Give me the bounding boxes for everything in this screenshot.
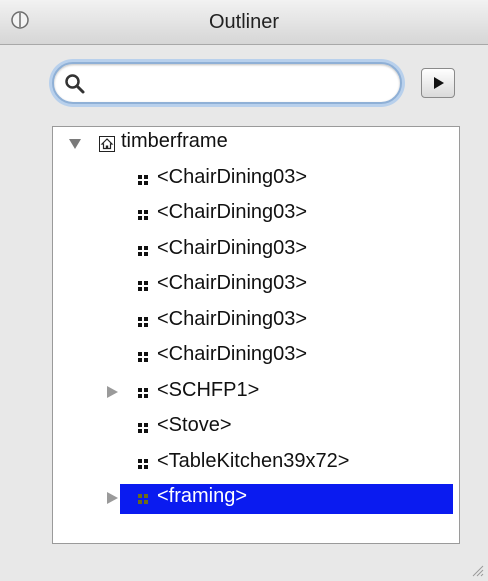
tree-item-row[interactable]: <SCHFP1> — [53, 376, 459, 409]
tree-root-label: timberframe — [121, 130, 228, 152]
tree-item-label: <ChairDining03> — [157, 236, 308, 259]
tree-item-row[interactable]: <ChairDining03> — [53, 340, 459, 373]
outline-tree[interactable]: timberframe <ChairDining03> <ChairDining0… — [52, 126, 460, 544]
window-title: Outliner — [208, 11, 280, 33]
tree-item-row[interactable]: <ChairDining03> — [53, 234, 459, 267]
tree-item-label: <ChairDining03> — [157, 165, 308, 188]
disclosure-expanded-icon[interactable] — [68, 136, 82, 150]
tree-item-row[interactable]: <Stove> — [53, 411, 459, 444]
tree-item-row[interactable]: <TableKitchen39x72> — [53, 447, 459, 480]
tree-item-label: <framing> — [157, 485, 248, 507]
resize-grip-icon[interactable] — [470, 563, 484, 577]
component-icon — [138, 174, 148, 185]
tree-item-row[interactable]: <ChairDining03> — [53, 198, 459, 231]
house-icon — [99, 136, 115, 152]
tree-item-label: <SCHFP1> — [157, 378, 260, 401]
tree-item-row[interactable]: <ChairDining03> — [53, 269, 459, 302]
tree-item-label: <ChairDining03> — [157, 343, 308, 365]
tree-item-label: <TableKitchen39x72> — [157, 449, 350, 472]
tree-item-label: <ChairDining03> — [157, 201, 308, 223]
title-bar[interactable]: Outliner — [0, 0, 488, 45]
tree-item-label: <Stove> — [157, 414, 232, 436]
play-icon — [434, 77, 444, 89]
tree-item-row[interactable]: <framing> — [53, 482, 459, 515]
component-icon — [138, 423, 148, 433]
component-icon — [138, 458, 148, 469]
play-button[interactable] — [421, 68, 455, 98]
disclosure-collapsed-icon[interactable] — [105, 491, 119, 505]
disclosure-collapsed-icon[interactable] — [105, 385, 119, 399]
component-icon — [138, 281, 148, 291]
component-icon — [138, 352, 148, 362]
component-icon — [138, 387, 148, 398]
search-field[interactable] — [52, 62, 402, 104]
search-icon — [65, 74, 85, 94]
component-icon — [138, 494, 148, 504]
tree-item-row[interactable]: <ChairDining03> — [53, 163, 459, 196]
tree-item-label: <ChairDining03> — [157, 272, 308, 294]
component-icon — [138, 210, 148, 220]
tree-item-row[interactable]: <ChairDining03> — [53, 305, 459, 338]
tree-root-row[interactable]: timberframe — [53, 127, 459, 160]
search-input[interactable] — [94, 70, 388, 98]
tree-item-label: <ChairDining03> — [157, 307, 308, 330]
component-icon — [138, 316, 148, 327]
component-icon — [138, 245, 148, 256]
outliner-window: Outliner timberframe <ChairDining03> <Cha… — [0, 0, 488, 581]
